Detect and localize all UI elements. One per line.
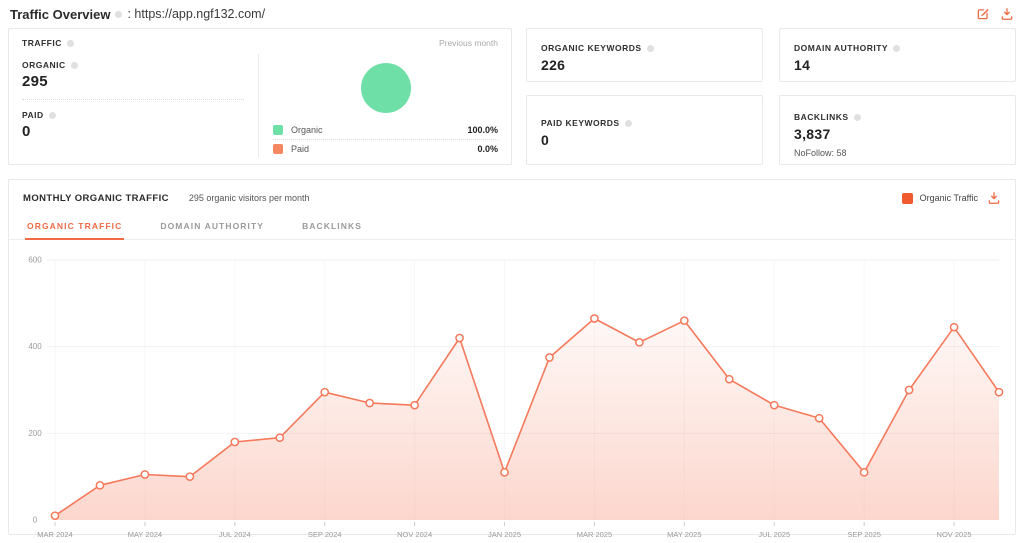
page-title: Traffic Overview xyxy=(10,6,111,22)
stat-value: 14 xyxy=(794,57,811,73)
previous-month-label: Previous month xyxy=(438,38,498,48)
svg-text:JUL 2024: JUL 2024 xyxy=(219,530,251,539)
legend-row-paid: Paid 0.0% xyxy=(273,140,498,158)
domain-url: : https://app.ngf132.com/ xyxy=(127,7,265,21)
divider xyxy=(22,99,244,100)
svg-text:MAY 2025: MAY 2025 xyxy=(667,530,701,539)
stats-row: TRAFFIC Previous month ORGANIC 295 PAID xyxy=(8,28,1016,165)
organic-traffic-value: 295 xyxy=(22,73,48,90)
monthly-traffic-card: MONTHLY ORGANIC TRAFFIC 295 organic visi… xyxy=(8,179,1016,539)
traffic-card-title: TRAFFIC xyxy=(22,38,74,48)
tab-backlinks[interactable]: BACKLINKS xyxy=(300,213,364,240)
svg-text:MAY 2024: MAY 2024 xyxy=(128,530,162,539)
chart-legend: Organic Traffic xyxy=(901,192,978,204)
svg-text:0: 0 xyxy=(33,516,38,525)
legend-row-organic: Organic 100.0% xyxy=(273,121,498,140)
tab-organic-traffic[interactable]: ORGANIC TRAFFIC xyxy=(25,213,125,240)
svg-text:600: 600 xyxy=(28,256,42,265)
svg-text:200: 200 xyxy=(28,429,42,438)
svg-text:MAR 2025: MAR 2025 xyxy=(577,530,612,539)
chart-legend-label: Organic Traffic xyxy=(919,193,978,203)
download-report-icon[interactable] xyxy=(1000,7,1014,21)
legend-pct: 0.0% xyxy=(477,144,498,154)
traffic-pie-chart[interactable] xyxy=(360,62,411,113)
url-text[interactable]: https://app.ngf132.com/ xyxy=(134,7,265,21)
legend-pct: 100.0% xyxy=(467,125,498,135)
traffic-card: TRAFFIC Previous month ORGANIC 295 PAID xyxy=(8,28,512,165)
stat-value: 3,837 xyxy=(794,126,831,142)
svg-text:NOV 2024: NOV 2024 xyxy=(397,530,432,539)
info-icon[interactable] xyxy=(70,61,78,69)
organic-traffic-swatch-icon xyxy=(901,192,913,204)
svg-text:MAR 2024: MAR 2024 xyxy=(37,530,72,539)
traffic-pie-section: Organic 100.0% Paid 0.0% xyxy=(258,54,498,158)
stat-label: BACKLINKS xyxy=(794,112,849,122)
paid-traffic-label: PAID xyxy=(22,110,244,120)
stat-label: ORGANIC KEYWORDS xyxy=(541,43,642,53)
traffic-label: TRAFFIC xyxy=(22,38,62,48)
info-icon[interactable] xyxy=(646,44,654,52)
legend-label: Organic xyxy=(291,125,323,135)
svg-text:SEP 2024: SEP 2024 xyxy=(308,530,342,539)
organic-swatch-icon xyxy=(273,125,283,135)
info-icon[interactable] xyxy=(853,113,861,121)
info-icon[interactable] xyxy=(624,119,632,127)
chart-tabs: ORGANIC TRAFFIC DOMAIN AUTHORITY BACKLIN… xyxy=(9,213,1015,240)
info-icon[interactable] xyxy=(66,39,74,47)
stat-value: 226 xyxy=(541,57,566,73)
stat-cards-grid: ORGANIC KEYWORDS 226 DOMAIN AUTHORITY 14… xyxy=(526,28,1016,165)
paid-swatch-icon xyxy=(273,144,283,154)
monthly-section-title: MONTHLY ORGANIC TRAFFIC xyxy=(23,192,169,204)
traffic-numbers: ORGANIC 295 PAID 0 xyxy=(22,54,258,158)
info-icon[interactable] xyxy=(893,44,901,52)
paid-traffic-value: 0 xyxy=(22,123,31,140)
svg-text:SEP 2025: SEP 2025 xyxy=(847,530,881,539)
traffic-overview-page: Traffic Overview : https://app.ngf132.co… xyxy=(0,0,1024,539)
organic-traffic-chart[interactable]: 0 200 400 600 MAR 2024 MAY 2024 JUL 2024 SEP 20… xyxy=(13,248,1017,543)
svg-text:JUL 2025: JUL 2025 xyxy=(758,530,790,539)
stat-card-organic-keywords: ORGANIC KEYWORDS 226 xyxy=(526,28,763,82)
download-chart-icon[interactable] xyxy=(987,191,1001,205)
nofollow-count: NoFollow: 58 xyxy=(794,148,847,158)
stat-card-paid-keywords: PAID KEYWORDS 0 xyxy=(526,95,763,165)
info-icon[interactable] xyxy=(48,111,56,119)
stat-card-domain-authority: DOMAIN AUTHORITY 14 xyxy=(779,28,1016,82)
svg-text:JAN 2025: JAN 2025 xyxy=(488,530,521,539)
stat-value: 0 xyxy=(541,132,550,148)
svg-text:NOV 2025: NOV 2025 xyxy=(937,530,972,539)
page-header: Traffic Overview : https://app.ngf132.co… xyxy=(8,0,1016,26)
edit-report-icon[interactable] xyxy=(976,7,990,21)
stat-card-backlinks: BACKLINKS 3,837 NoFollow: 58 xyxy=(779,95,1016,165)
organic-traffic-label: ORGANIC xyxy=(22,60,244,70)
tab-domain-authority[interactable]: DOMAIN AUTHORITY xyxy=(158,213,266,240)
legend-label: Paid xyxy=(291,144,310,154)
chart-area: 0 200 400 600 MAR 2024 MAY 2024 JUL 2024 SEP 20… xyxy=(9,240,1015,543)
url-separator: : xyxy=(127,7,131,21)
info-icon[interactable] xyxy=(115,10,123,18)
monthly-section-subtitle: 295 organic visitors per month xyxy=(188,192,310,203)
svg-text:400: 400 xyxy=(28,342,42,351)
stat-label: DOMAIN AUTHORITY xyxy=(794,43,889,53)
stat-label: PAID KEYWORDS xyxy=(541,118,620,128)
